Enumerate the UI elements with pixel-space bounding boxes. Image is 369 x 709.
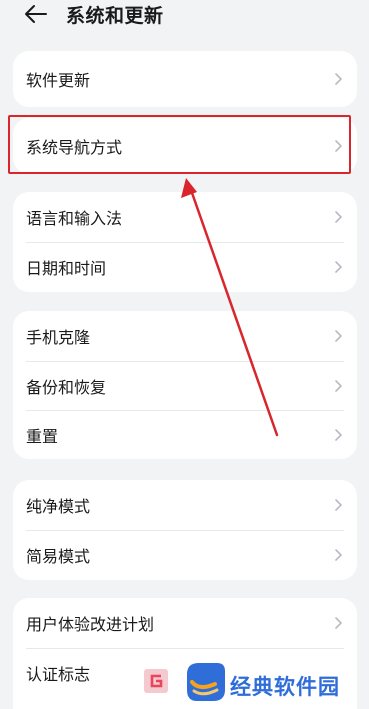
list-item-simple-mode[interactable]: 简易模式 <box>13 530 357 580</box>
settings-card-navigation: 系统导航方式 <box>13 118 357 174</box>
list-item-reset[interactable]: 重置 <box>13 410 357 459</box>
list-item-label: 备份和恢复 <box>26 377 107 397</box>
watermark-g-icon <box>144 669 168 693</box>
chevron-right-icon <box>335 379 342 392</box>
settings-card-language-time: 语言和输入法 日期和时间 <box>13 192 357 292</box>
list-item-label: 软件更新 <box>26 71 91 90</box>
chevron-right-icon <box>335 73 342 85</box>
chevron-right-icon <box>335 261 342 273</box>
list-item-language-input[interactable]: 语言和输入法 <box>13 192 357 242</box>
list-item-date-time[interactable]: 日期和时间 <box>13 242 357 292</box>
chevron-right-icon <box>335 499 342 511</box>
list-item-user-experience[interactable]: 用户体验改进计划 <box>13 598 357 648</box>
list-item-label: 简易模式 <box>26 547 91 566</box>
chevron-right-icon <box>335 428 342 441</box>
list-item-pure-mode[interactable]: 纯净模式 <box>13 480 357 530</box>
chevron-right-icon <box>335 330 342 342</box>
list-item-label: 认证标志 <box>26 665 91 684</box>
top-bar: 系统和更新 <box>0 0 369 36</box>
settings-card-modes: 纯净模式 简易模式 <box>13 480 357 580</box>
list-item-label: 纯净模式 <box>26 497 91 516</box>
list-item-backup-restore[interactable]: 备份和恢复 <box>13 361 357 410</box>
settings-card-backup: 手机克隆 备份和恢复 重置 <box>13 311 357 459</box>
chevron-right-icon <box>335 140 342 152</box>
list-item-system-navigation[interactable]: 系统导航方式 <box>13 118 357 174</box>
list-item-label: 日期和时间 <box>26 259 107 278</box>
page-title: 系统和更新 <box>66 5 164 27</box>
list-item-label: 手机克隆 <box>26 328 91 347</box>
list-item-label: 系统导航方式 <box>26 138 123 157</box>
list-item-software-update[interactable]: 软件更新 <box>13 51 357 107</box>
list-item-label: 语言和输入法 <box>26 209 123 228</box>
list-item-label: 用户体验改进计划 <box>26 615 155 634</box>
list-item-label: 重置 <box>26 426 59 446</box>
watermark-text: 经典软件园 <box>230 675 340 699</box>
watermark-logo-icon <box>187 663 225 701</box>
back-arrow-icon[interactable] <box>24 3 48 25</box>
chevron-right-icon <box>335 617 342 629</box>
chevron-right-icon <box>335 549 342 561</box>
settings-card-update: 软件更新 <box>13 51 357 107</box>
chevron-right-icon <box>335 211 342 223</box>
list-item-phone-clone[interactable]: 手机克隆 <box>13 311 357 361</box>
